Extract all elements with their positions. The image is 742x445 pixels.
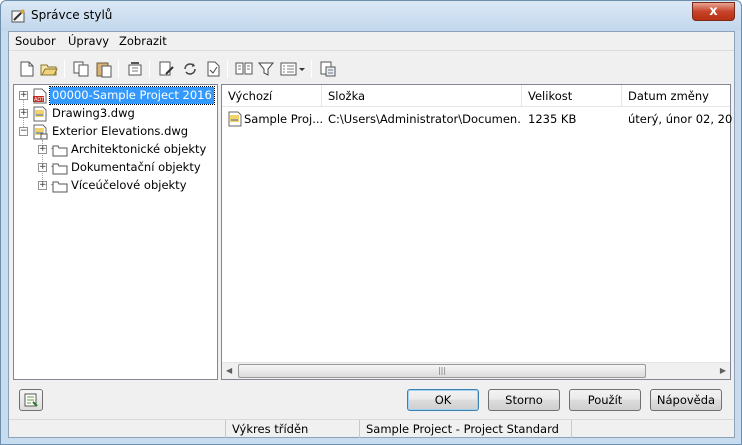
horizontal-scrollbar[interactable]: ◀ ||| ▶ [222,362,730,379]
new-icon[interactable] [18,60,36,78]
menu-bar: Soubor Úpravy Zobrazit [9,32,734,51]
settings-icon[interactable] [319,60,337,78]
tree-item-label: 00000-Sample Project 2016 [49,86,215,105]
compare-icon[interactable] [235,60,253,78]
scroll-left-icon[interactable]: ◀ [226,366,232,375]
folder-icon [52,163,68,175]
tree-item-arch-objects[interactable]: + Architektonické objekty [14,141,214,158]
toolbar-separator [64,60,65,78]
status-bar: Výkres tříděn Sample Project - Project S… [9,419,734,438]
dwg-file-icon [228,111,242,127]
folder-icon [52,145,68,157]
folder-icon [52,181,68,193]
toolbar-separator [311,60,312,78]
menu-zobrazit[interactable]: Zobrazit [119,34,167,48]
collapse-icon[interactable]: − [19,127,28,136]
expand-icon[interactable]: + [38,145,47,154]
expand-icon[interactable]: + [19,109,28,118]
tree-item-label: Architektonické objekty [71,142,207,156]
tree-item-label: Víceúčelové objekty [71,178,187,192]
cell-name: Sample Proj... [244,112,322,126]
window-title: Správce stylů [31,8,113,22]
style-manager-window: Správce stylů x Soubor Úpravy Zobrazit +… [0,0,742,445]
view-mode-icon[interactable] [280,60,306,78]
edit-style-icon[interactable] [158,60,176,78]
close-icon: x [709,4,718,19]
toolbar-separator [118,60,119,78]
tree-item-exterior-elevations[interactable]: − Exterior Elevations.dwg [14,123,214,140]
apply-button[interactable]: Použít [569,389,641,411]
expand-icon[interactable]: + [38,181,47,190]
toolbar [9,56,734,82]
toolbar-separator [149,60,150,78]
column-header-size[interactable]: Velikost [522,85,622,107]
tree-item-label: Exterior Elevations.dwg [52,124,189,138]
cancel-button[interactable]: Storno [488,389,560,411]
help-button[interactable]: Nápověda [650,389,722,411]
toggle-view-icon [24,393,38,407]
style-manager-app-icon [11,9,25,23]
purge-icon[interactable] [126,60,144,78]
tree-item-drawing3[interactable]: + Drawing3.dwg [14,105,214,122]
expand-icon[interactable]: + [19,91,28,100]
menu-upravy[interactable]: Úpravy [68,34,109,48]
dwg-file-icon [33,106,47,122]
style-list[interactable]: Výchozí Složka Velikost Datum změny Samp… [221,84,732,380]
dwg-file-icon [33,124,48,140]
ok-button[interactable]: OK [407,389,479,411]
status-cell-1 [9,420,225,438]
status-cell-4 [571,420,734,438]
open-icon[interactable] [40,60,58,78]
filter-icon[interactable] [257,60,275,78]
scroll-right-icon[interactable]: ▶ [720,366,726,375]
tree-item-label: Dokumentační objekty [71,160,201,174]
paste-icon[interactable] [95,60,113,78]
column-header-default[interactable]: Výchozí [222,85,322,107]
client-area: Soubor Úpravy Zobrazit + ADT 00000-Sampl… [8,31,735,438]
menu-soubor[interactable]: Soubor [15,34,56,48]
expand-icon[interactable]: + [38,163,47,172]
style-tree[interactable]: + ADT 00000-Sample Project 2016 + Drawin… [13,84,218,380]
cell-size: 1235 KB [528,112,577,126]
cell-folder: C:\Users\Administrator\Documen... [328,112,520,126]
sync-icon[interactable] [181,60,199,78]
title-bar[interactable]: Správce stylů x [1,1,741,31]
tree-item-project[interactable]: + ADT 00000-Sample Project 2016 [14,86,215,105]
column-header-folder[interactable]: Složka [322,85,522,107]
cell-date: úterý, únor 02, 2016 [628,112,732,126]
copy-icon[interactable] [72,60,90,78]
toggle-view-button[interactable] [19,389,43,411]
tree-item-doc-objects[interactable]: + Dokumentační objekty [14,159,214,176]
column-header-date[interactable]: Datum změny [622,85,730,107]
tree-item-label: Drawing3.dwg [52,106,135,120]
button-row: OK Storno Použít Nápověda [9,382,734,418]
close-button[interactable]: x [692,2,735,21]
toolbar-separator [227,60,228,78]
status-sort-mode: Výkres tříděn [225,420,359,438]
tree-item-multipurpose-objects[interactable]: + Víceúčelové objekty [14,177,214,194]
reset-icon[interactable] [204,60,222,78]
status-project-standard: Sample Project - Project Standard [359,420,571,438]
adt-file-icon: ADT [33,88,47,104]
svg-text:ADT: ADT [34,97,45,103]
scroll-thumb[interactable]: ||| [238,364,646,378]
